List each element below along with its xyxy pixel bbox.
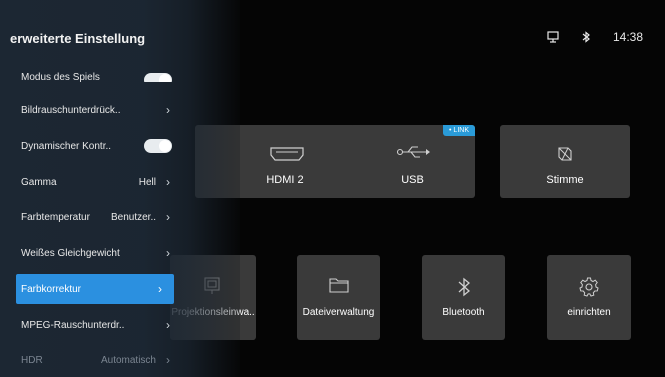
setting-label: Weißes Gleichgewicht bbox=[21, 247, 120, 259]
folder-icon bbox=[328, 277, 349, 296]
tile-stimme[interactable]: Stimme bbox=[500, 125, 630, 198]
setting-value: Automatisch bbox=[100, 354, 156, 366]
chevron-right-icon: › bbox=[166, 103, 170, 117]
status-bar: 14:38 bbox=[547, 30, 643, 44]
tile-label: Bluetooth bbox=[442, 307, 485, 318]
link-badge: • LINK bbox=[443, 125, 475, 136]
setting-label: Bildrauschunterdrück.. bbox=[21, 104, 121, 116]
chevron-right-icon: › bbox=[166, 353, 170, 367]
hdmi-icon bbox=[270, 147, 304, 164]
home-screen: 14:38 HDMI 2 • LINK USB Stimme Projektio… bbox=[0, 0, 665, 377]
usb-icon bbox=[396, 145, 430, 162]
tile-dateiverwaltung[interactable]: Dateiverwaltung bbox=[297, 255, 380, 340]
setting-label: Farbtemperatur bbox=[21, 211, 90, 223]
toggle-knob bbox=[159, 140, 171, 152]
setting-label: HDR bbox=[21, 354, 43, 366]
setting-color-correction[interactable]: Farbkorrektur › bbox=[16, 274, 174, 304]
setting-label: Modus des Spiels bbox=[21, 72, 100, 82]
setting-game-mode[interactable]: Modus des Spiels bbox=[21, 60, 174, 82]
tile-einrichten[interactable]: einrichten bbox=[547, 255, 631, 340]
chevron-right-icon: › bbox=[158, 282, 162, 296]
tile-label: Dateiverwaltung bbox=[302, 307, 375, 318]
tile-label: einrichten bbox=[567, 307, 611, 318]
ethernet-icon bbox=[547, 31, 559, 43]
chevron-right-icon: › bbox=[166, 175, 170, 189]
bluetooth-icon bbox=[581, 31, 591, 43]
gear-icon bbox=[579, 277, 599, 300]
panel-title: erweiterte Einstellung bbox=[10, 31, 146, 46]
chevron-right-icon: › bbox=[166, 246, 170, 260]
setting-value: Hell bbox=[138, 176, 156, 188]
tile-label: USB bbox=[401, 174, 424, 186]
chevron-right-icon: › bbox=[166, 318, 170, 332]
setting-white-balance[interactable]: Weißes Gleichgewicht › bbox=[21, 238, 174, 268]
setting-label: MPEG-Rauschunterdr.. bbox=[21, 319, 125, 331]
setting-hdr[interactable]: HDR Automatisch › bbox=[21, 345, 174, 375]
setting-mpeg-noise-reduction[interactable]: MPEG-Rauschunterdr.. › bbox=[21, 310, 174, 340]
bluetooth-icon bbox=[457, 277, 471, 300]
chevron-right-icon: › bbox=[166, 210, 170, 224]
setting-value: Benutzer.. bbox=[110, 211, 156, 223]
tile-usb[interactable]: • LINK USB bbox=[350, 125, 475, 198]
clock: 14:38 bbox=[612, 30, 643, 44]
setting-label: Farbkorrektur bbox=[21, 283, 82, 295]
game-mode-toggle[interactable] bbox=[144, 73, 172, 82]
toggle-knob bbox=[159, 74, 171, 82]
tile-bluetooth[interactable]: Bluetooth bbox=[422, 255, 505, 340]
setting-label: Gamma bbox=[21, 176, 57, 188]
tile-label: Stimme bbox=[546, 174, 584, 186]
setting-dynamic-contrast[interactable]: Dynamischer Kontr.. bbox=[21, 131, 174, 161]
setting-gamma[interactable]: Gamma Hell › bbox=[21, 167, 174, 197]
setting-noise-reduction[interactable]: Bildrauschunterdrück.. › bbox=[21, 95, 174, 125]
setting-color-temperature[interactable]: Farbtemperatur Benutzer.. › bbox=[21, 202, 174, 232]
advanced-settings-panel: erweiterte Einstellung Modus des Spiels … bbox=[0, 0, 240, 377]
dynamic-contrast-toggle[interactable] bbox=[144, 139, 172, 153]
setting-label: Dynamischer Kontr.. bbox=[21, 140, 112, 152]
voice-icon bbox=[556, 145, 574, 166]
